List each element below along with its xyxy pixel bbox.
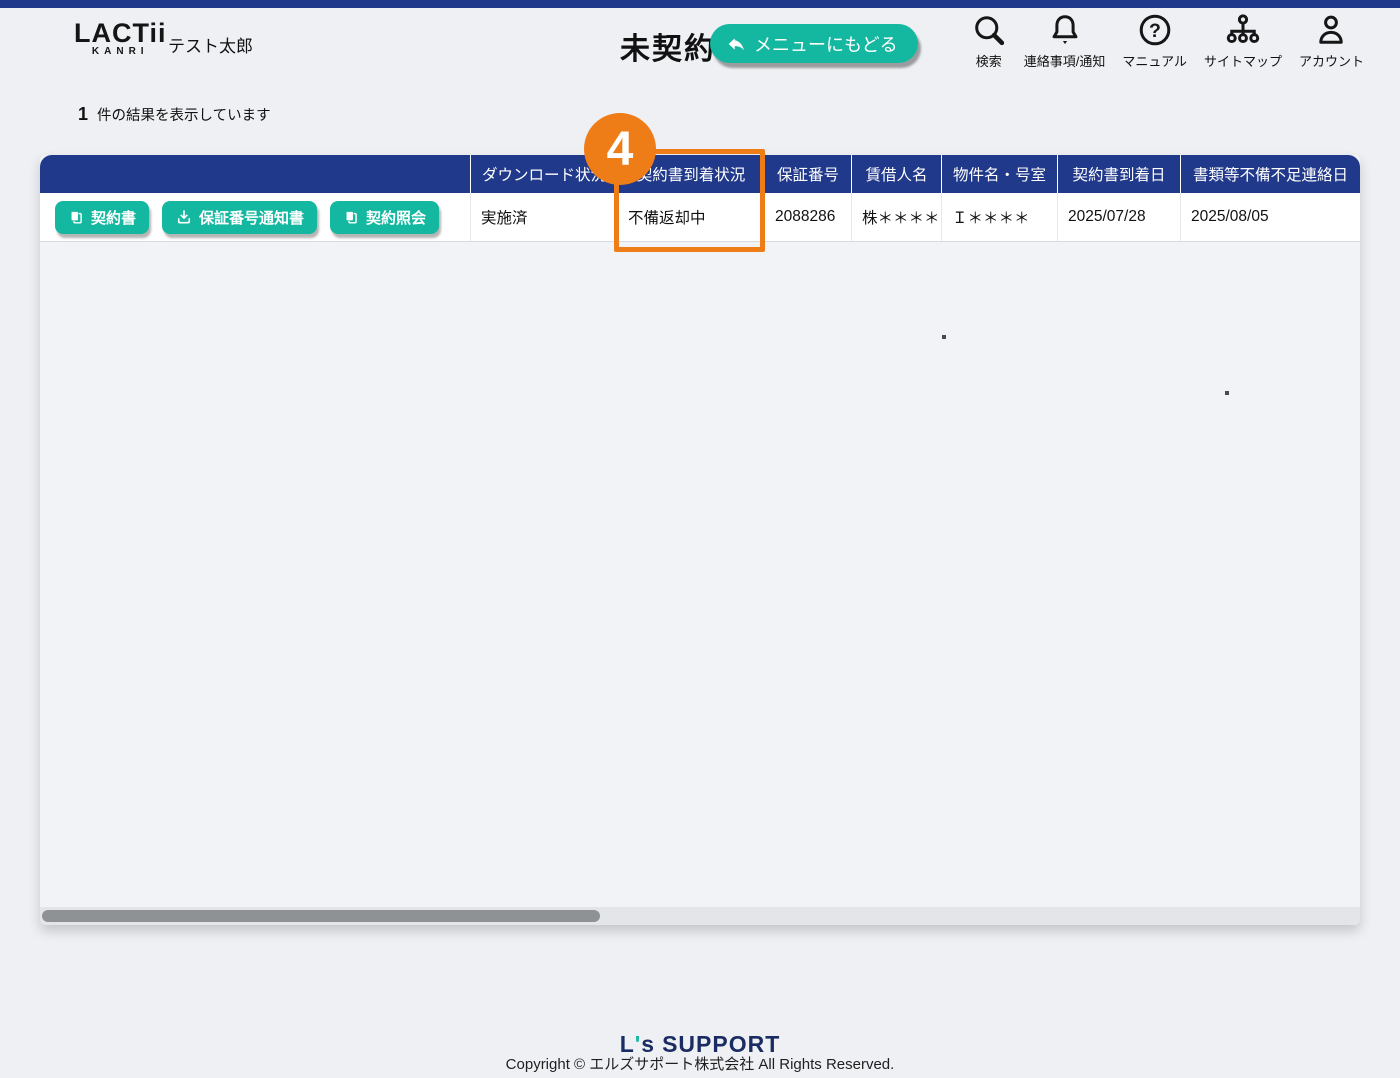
contract-document-label: 契約書	[91, 207, 136, 228]
app-logo-main: LACTii	[74, 20, 167, 46]
artifact-dot	[942, 335, 946, 339]
user-name: テスト太郎	[168, 32, 253, 57]
column-header-tenant-name: 賃借人名	[851, 155, 941, 193]
column-header-guarantee-number: 保証番号	[764, 155, 851, 193]
app-logo[interactable]: LACTii KANRI	[74, 20, 167, 57]
bell-icon	[1047, 12, 1083, 48]
deficiency-date-cell: 2025/08/05	[1180, 193, 1360, 241]
nav-search-label: 検索	[976, 51, 1002, 70]
nav-account[interactable]: アカウント	[1299, 12, 1364, 70]
guarantee-number-notice-button[interactable]: 保証番号通知書	[162, 201, 317, 234]
contracts-panel: ダウンロード状況 契約書到着状況 保証番号 賃借人名 物件名・号室 契約書到着日…	[40, 155, 1360, 925]
back-to-menu-button[interactable]: メニューにもどる	[710, 24, 918, 63]
back-to-menu-label: メニューにもどる	[754, 31, 898, 57]
nav-notifications[interactable]: 連絡事項/通知	[1024, 12, 1106, 70]
table-header-row: ダウンロード状況 契約書到着状況 保証番号 賃借人名 物件名・号室 契約書到着日…	[40, 155, 1360, 193]
back-arrow-icon	[726, 34, 746, 54]
column-header-actions	[40, 155, 470, 193]
guarantee-number-notice-label: 保証番号通知書	[199, 207, 304, 228]
nav-notifications-label: 連絡事項/通知	[1024, 51, 1106, 70]
document-icon	[68, 209, 85, 226]
horizontal-scrollbar-thumb[interactable]	[42, 910, 600, 922]
column-header-contract-arrival-status: 契約書到着状況	[617, 155, 764, 193]
download-icon	[175, 208, 193, 226]
results-count: 1	[78, 104, 88, 125]
column-header-property-name: 物件名・号室	[941, 155, 1057, 193]
column-header-arrival-date: 契約書到着日	[1057, 155, 1180, 193]
download-status-cell: 実施済	[470, 193, 617, 241]
sitemap-icon	[1225, 12, 1261, 48]
horizontal-scrollbar-track	[40, 907, 1360, 925]
contract-inquiry-button[interactable]: 契約照会	[330, 201, 439, 234]
nav-sitemap[interactable]: サイトマップ	[1204, 12, 1282, 70]
nav-sitemap-label: サイトマップ	[1204, 51, 1282, 70]
top-accent-bar	[0, 0, 1400, 8]
column-header-download-status: ダウンロード状況	[470, 155, 617, 193]
property-name-cell: Ｉ＊＊＊＊	[941, 193, 1057, 241]
nav-manual[interactable]: ? マニュアル	[1122, 12, 1187, 70]
contract-document-button[interactable]: 契約書	[55, 201, 149, 234]
tenant-name-cell: 株＊＊＊＊	[851, 193, 941, 241]
contract-inquiry-label: 契約照会	[366, 207, 426, 228]
copyright-text: Copyright © エルズサポート株式会社 All Rights Reser…	[0, 1053, 1400, 1074]
arrival-date-cell: 2025/07/28	[1057, 193, 1180, 241]
document-icon	[343, 209, 360, 226]
results-text: 件の結果を表示しています	[97, 104, 271, 125]
nav-manual-label: マニュアル	[1122, 51, 1187, 70]
contract-arrival-status-cell: 不備返却中	[617, 193, 764, 241]
nav-search[interactable]: 検索	[971, 12, 1007, 70]
svg-text:?: ?	[1149, 20, 1161, 42]
search-icon	[971, 12, 1007, 48]
column-header-deficiency-date: 書類等不備不足連絡日	[1180, 155, 1360, 193]
row-actions-cell: 契約書 保証番号通知書 契約照会	[40, 193, 470, 241]
question-icon: ?	[1137, 12, 1173, 48]
artifact-dot	[1225, 391, 1229, 395]
header-nav: 検索 連絡事項/通知 ? マニュアル サイトマップ アカウント	[971, 12, 1364, 70]
nav-account-label: アカウント	[1299, 51, 1364, 70]
results-summary: 1 件の結果を表示しています	[78, 104, 271, 125]
table-row: 契約書 保証番号通知書 契約照会 実施済 不備返却中 2088286 株＊＊＊＊…	[40, 193, 1360, 242]
account-icon	[1313, 12, 1349, 48]
guarantee-number-cell: 2088286	[764, 193, 851, 241]
